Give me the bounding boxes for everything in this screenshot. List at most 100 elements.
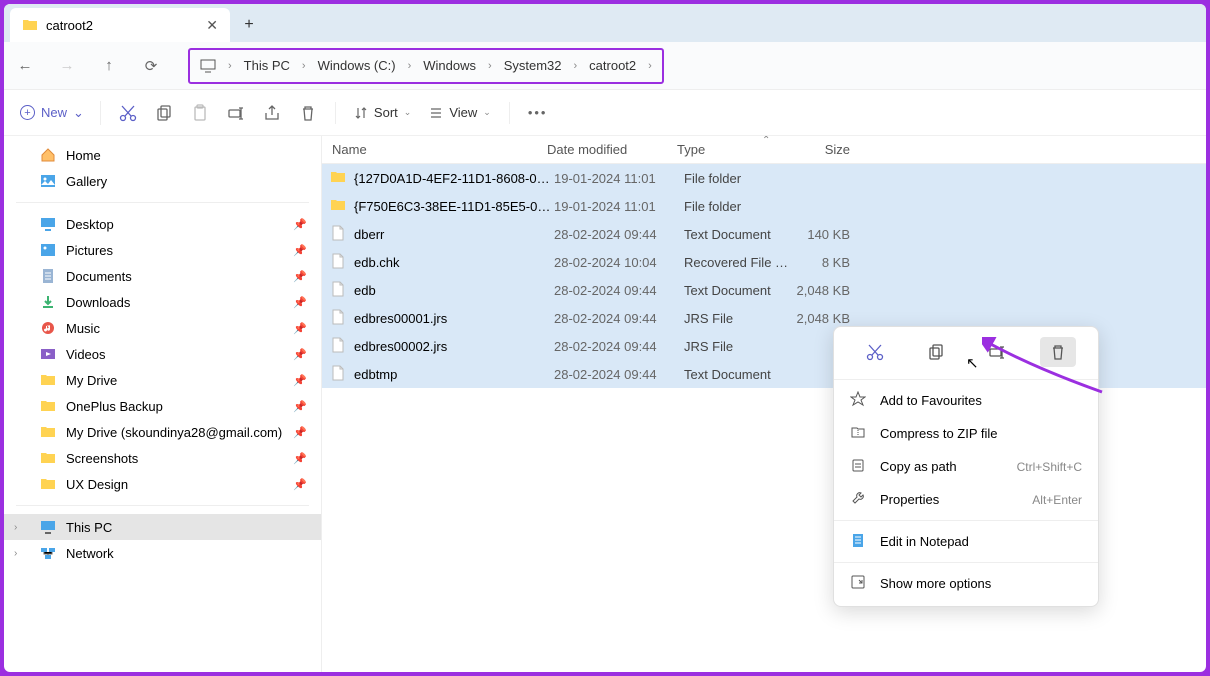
back-button[interactable]: ← <box>16 57 34 75</box>
sidebar-item[interactable]: Music📌 <box>4 315 321 341</box>
new-tab-button[interactable]: + <box>234 10 264 40</box>
tab-title: catroot2 <box>46 18 93 33</box>
address-bar: ← → ↑ ⟳ › This PC › Windows (C:) › Windo… <box>4 42 1206 90</box>
tab-active[interactable]: catroot2 ✕ <box>10 8 230 42</box>
refresh-button[interactable]: ⟳ <box>142 57 160 75</box>
breadcrumb[interactable]: › This PC › Windows (C:) › Windows › Sys… <box>188 48 664 84</box>
copy-icon[interactable] <box>155 104 173 122</box>
sidebar-item-label: Gallery <box>66 174 107 189</box>
sidebar-item-label: UX Design <box>66 477 128 492</box>
file-type: Recovered File Fra… <box>684 255 792 270</box>
breadcrumb-item[interactable]: catroot2 <box>589 58 636 73</box>
file-type: Text Document <box>684 227 792 242</box>
file-name: edb <box>354 283 554 298</box>
file-name: {127D0A1D-4EF2-11D1-8608-00C04FC295… <box>354 171 554 186</box>
file-size: 2,048 KB <box>792 311 850 326</box>
chevron-right-icon: › <box>302 60 306 72</box>
file-name: edb.chk <box>354 255 554 270</box>
sort-label: Sort <box>374 105 398 120</box>
breadcrumb-item[interactable]: Windows <box>423 58 476 73</box>
file-date: 19-01-2024 11:01 <box>554 171 684 186</box>
file-type: File folder <box>684 171 792 186</box>
forward-button[interactable]: → <box>58 57 76 75</box>
file-icon <box>330 365 348 384</box>
ctx-item[interactable]: Copy as path Ctrl+Shift+C <box>834 450 1098 483</box>
ctx-item-label: Copy as path <box>880 459 957 474</box>
chevron-right-icon[interactable]: › <box>14 548 17 559</box>
paste-icon[interactable] <box>191 104 209 122</box>
file-date: 28-02-2024 09:44 <box>554 311 684 326</box>
view-button[interactable]: View ⌄ <box>429 105 491 120</box>
col-date[interactable]: Date modified <box>547 142 677 157</box>
share-icon[interactable] <box>263 104 281 122</box>
sidebar-item[interactable]: Screenshots📌 <box>4 445 321 471</box>
file-type: Text Document <box>684 283 792 298</box>
chevron-right-icon[interactable]: › <box>14 522 17 533</box>
table-row[interactable]: {F750E6C3-38EE-11D1-85E5-00C04FC295…19-0… <box>322 192 1206 220</box>
sidebar-item[interactable]: My Drive (skoundinya28@gmail.com)📌 <box>4 419 321 445</box>
ctx-rename-button[interactable] <box>979 337 1015 367</box>
table-row[interactable]: dberr28-02-2024 09:44Text Document140 KB <box>322 220 1206 248</box>
pin-icon: 📌 <box>293 426 307 439</box>
ctx-delete-button[interactable] <box>1040 337 1076 367</box>
col-name[interactable]: Name <box>322 142 547 157</box>
ctx-item[interactable]: Show more options <box>834 567 1098 600</box>
sidebar-item[interactable]: My Drive📌 <box>4 367 321 393</box>
column-header[interactable]: ⌃ Name Date modified Type Size <box>322 136 1206 164</box>
breadcrumb-item[interactable]: System32 <box>504 58 562 73</box>
delete-icon[interactable] <box>299 104 317 122</box>
pin-icon: 📌 <box>293 244 307 257</box>
ctx-cut-button[interactable] <box>857 337 893 367</box>
sidebar-item[interactable]: UX Design📌 <box>4 471 321 497</box>
sidebar-item[interactable]: Documents📌 <box>4 263 321 289</box>
sort-button[interactable]: Sort ⌄ <box>354 105 411 120</box>
file-icon <box>330 281 348 300</box>
sidebar-item-label: This PC <box>66 520 112 535</box>
pin-icon: 📌 <box>293 296 307 309</box>
close-tab-icon[interactable]: ✕ <box>206 17 218 34</box>
pc-icon <box>200 59 216 73</box>
sidebar-item-label: Home <box>66 148 101 163</box>
shortcut-label: Ctrl+Shift+C <box>1017 460 1082 474</box>
breadcrumb-item[interactable]: Windows (C:) <box>318 58 396 73</box>
file-date: 28-02-2024 09:44 <box>554 283 684 298</box>
sidebar-item-label: Network <box>66 546 114 561</box>
up-button[interactable]: ↑ <box>100 57 118 75</box>
breadcrumb-item[interactable]: This PC <box>244 58 290 73</box>
ctx-item[interactable]: Edit in Notepad <box>834 525 1098 558</box>
sidebar-item[interactable]: Pictures📌 <box>4 237 321 263</box>
rename-icon[interactable] <box>227 104 245 122</box>
new-button[interactable]: + New ⌄ <box>20 101 101 125</box>
ctx-item-label: Add to Favourites <box>880 393 982 408</box>
notepad-icon <box>850 532 866 551</box>
table-row[interactable]: edb28-02-2024 09:44Text Document2,048 KB <box>322 276 1206 304</box>
file-icon <box>330 253 348 272</box>
sidebar-item[interactable]: Downloads📌 <box>4 289 321 315</box>
cut-icon[interactable] <box>119 104 137 122</box>
folder-icon <box>330 197 348 216</box>
chevron-right-icon: › <box>408 60 412 72</box>
pin-icon: 📌 <box>293 270 307 283</box>
more-icon[interactable]: ••• <box>528 105 548 120</box>
sidebar-item[interactable]: Videos📌 <box>4 341 321 367</box>
sidebar-item[interactable]: › Network <box>4 540 321 566</box>
sidebar-item[interactable]: Desktop📌 <box>4 211 321 237</box>
file-icon <box>330 337 348 356</box>
chevron-right-icon: › <box>648 60 652 72</box>
file-icon <box>330 225 348 244</box>
sidebar-item[interactable]: Home <box>4 142 321 168</box>
file-date: 28-02-2024 09:44 <box>554 227 684 242</box>
sidebar-item[interactable]: OnePlus Backup📌 <box>4 393 321 419</box>
shortcut-label: Alt+Enter <box>1032 493 1082 507</box>
ctx-copy-button[interactable] <box>918 337 954 367</box>
col-size[interactable]: Size <box>785 142 850 157</box>
table-row[interactable]: edb.chk28-02-2024 10:04Recovered File Fr… <box>322 248 1206 276</box>
sidebar-item[interactable]: Gallery <box>4 168 321 194</box>
table-row[interactable]: {127D0A1D-4EF2-11D1-8608-00C04FC295…19-0… <box>322 164 1206 192</box>
new-label: New <box>41 105 67 120</box>
ctx-item[interactable]: Compress to ZIP file <box>834 417 1098 450</box>
ctx-item[interactable]: Add to Favourites <box>834 384 1098 417</box>
ctx-item[interactable]: PropertiesAlt+Enter <box>834 483 1098 516</box>
sidebar-item[interactable]: › This PC <box>4 514 321 540</box>
chevron-right-icon: › <box>574 60 578 72</box>
